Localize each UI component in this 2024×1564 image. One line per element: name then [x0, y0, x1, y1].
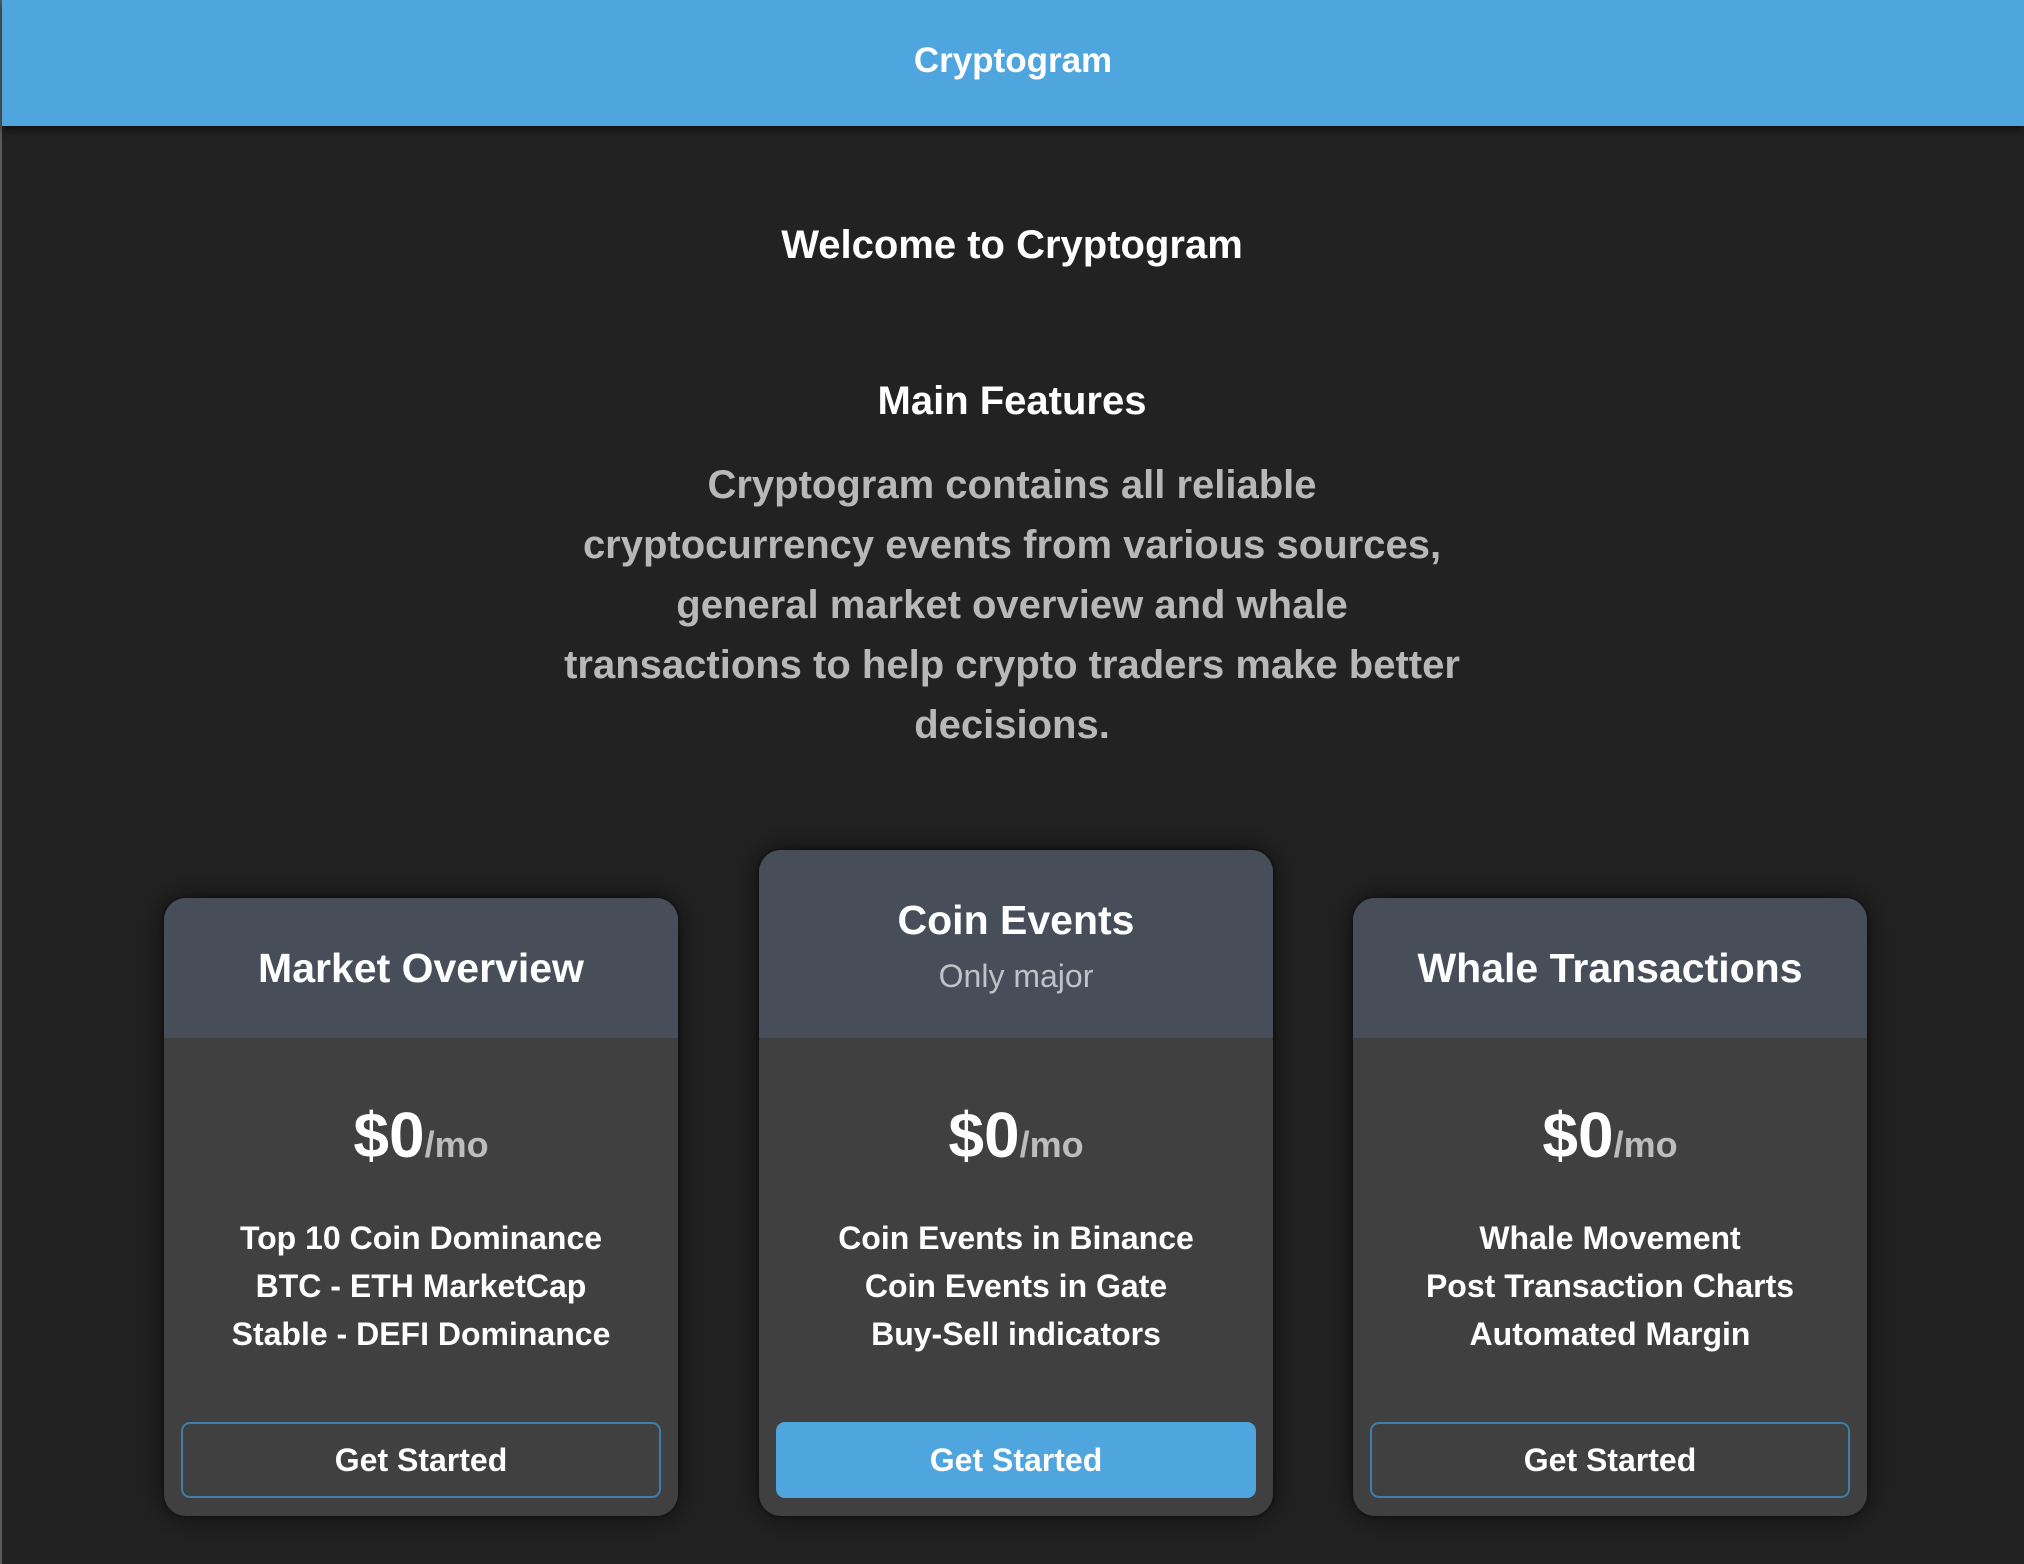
price-period: /mo [424, 1124, 489, 1165]
plan-feature-item: Buy-Sell indicators [871, 1316, 1161, 1352]
price-period: /mo [1613, 1124, 1678, 1165]
plan-card-header: Whale Transactions [1353, 898, 1867, 1038]
plan-feature-list: Whale Movement Post Transaction Charts A… [1353, 1214, 1867, 1358]
plan-price: $0/mo [164, 1098, 678, 1172]
welcome-heading: Welcome to Cryptogram [781, 223, 1243, 267]
plan-feature-item: Automated Margin [1469, 1316, 1751, 1352]
plan-feature-item: BTC - ETH MarketCap [255, 1268, 587, 1304]
price-period: /mo [1019, 1124, 1084, 1165]
plan-feature-item: Top 10 Coin Dominance [239, 1220, 603, 1256]
plan-feature-item: Stable - DEFI Dominance [231, 1316, 611, 1352]
get-started-button-whale-transactions[interactable]: Get Started [1370, 1422, 1850, 1498]
plan-title: Whale Transactions [1417, 944, 1803, 991]
plan-feature-item: Coin Events in Binance [838, 1220, 1194, 1256]
plan-title: Market Overview [258, 944, 584, 991]
plan-feature-list: Coin Events in Binance Coin Events in Ga… [759, 1214, 1273, 1358]
plan-subtitle: Only major [938, 958, 1094, 994]
get-started-button-coin-events[interactable]: Get Started [776, 1422, 1256, 1498]
main-features-description: Cryptogram contains all reliable cryptoc… [564, 463, 1460, 747]
plan-card-coin-events: Coin Events Only major $0/mo Coin Events… [759, 850, 1273, 1516]
plan-card-body: $0/mo Coin Events in Binance Coin Events… [759, 1038, 1273, 1516]
plan-feature-item: Coin Events in Gate [864, 1268, 1168, 1304]
price-amount: $0 [1542, 1099, 1614, 1171]
plan-price: $0/mo [1353, 1098, 1867, 1172]
get-started-button-market-overview[interactable]: Get Started [181, 1422, 661, 1498]
plan-card-whale-transactions: Whale Transactions $0/mo Whale Movement … [1353, 898, 1867, 1516]
plan-card-body: $0/mo Top 10 Coin Dominance BTC - ETH Ma… [164, 1038, 678, 1516]
main-features-heading: Main Features [877, 379, 1147, 423]
plan-feature-item: Whale Movement [1479, 1220, 1741, 1256]
plan-card-body: $0/mo Whale Movement Post Transaction Ch… [1353, 1038, 1867, 1516]
plan-price: $0/mo [759, 1098, 1273, 1172]
plan-card-market-overview: Market Overview $0/mo Top 10 Coin Domina… [164, 898, 678, 1516]
price-amount: $0 [353, 1099, 425, 1171]
plan-card-header: Market Overview [164, 898, 678, 1038]
brand-link[interactable]: Cryptogram [914, 41, 1112, 81]
plan-title: Coin Events [897, 897, 1135, 943]
price-amount: $0 [948, 1099, 1020, 1171]
top-navbar: Cryptogram [2, 0, 2024, 126]
plan-feature-list: Top 10 Coin Dominance BTC - ETH MarketCa… [164, 1214, 678, 1358]
plan-card-header: Coin Events Only major [759, 850, 1273, 1038]
plan-feature-item: Post Transaction Charts [1425, 1268, 1795, 1304]
